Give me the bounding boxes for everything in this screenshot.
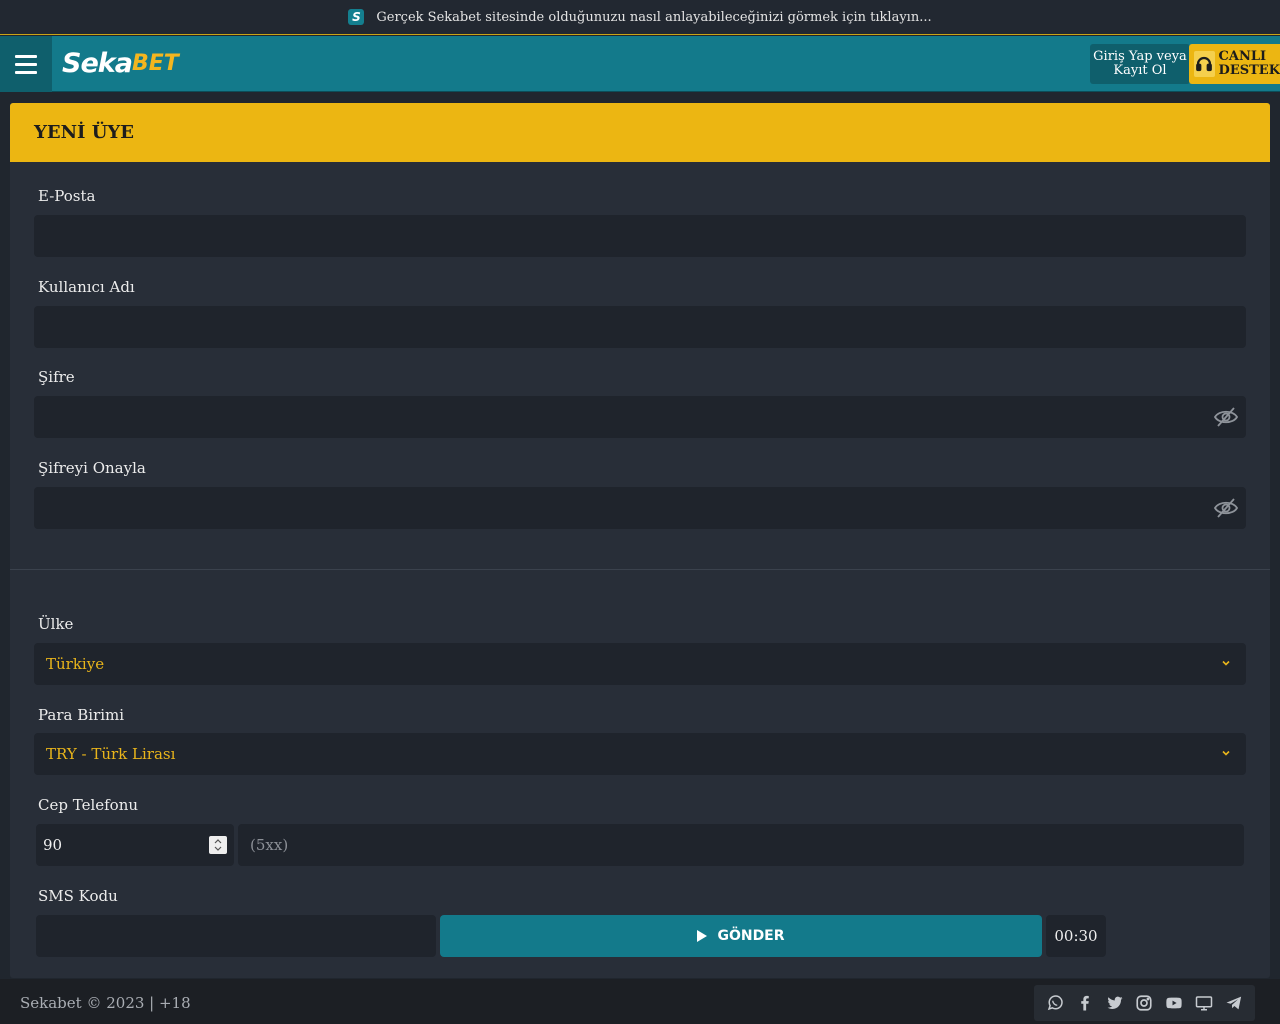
currency-select[interactable]: TRY - Türk Lirası (34, 733, 1246, 775)
sekabet-s-logo-icon: S (348, 9, 365, 25)
twitter-icon[interactable] (1105, 993, 1125, 1013)
sms-timer: 00:30 (1046, 915, 1106, 957)
registration-panel: YENİ ÜYE E-Posta Kullanıcı Adı Şifre Şif… (10, 103, 1270, 978)
login-register-button[interactable]: Giriş Yap veya Kayıt Ol (1090, 44, 1190, 84)
header: Seka BET Giriş Yap veya Kayıt Ol CANLI DE… (0, 36, 1280, 92)
eye-slash-icon[interactable] (1214, 406, 1238, 428)
social-links (1034, 985, 1255, 1021)
play-icon (697, 930, 708, 942)
instagram-icon[interactable] (1134, 993, 1154, 1013)
sekabet-logo[interactable]: Seka BET (62, 46, 179, 80)
phone-country-code-stepper[interactable]: 90 (36, 824, 234, 866)
headset-icon (1194, 51, 1215, 77)
logo-text-white: Seka (62, 47, 133, 79)
password-label: Şifre (38, 368, 75, 386)
currency-label: Para Birimi (38, 706, 125, 724)
menu-bar-icon (15, 54, 37, 58)
confirm-password-field[interactable] (34, 487, 1246, 529)
notice-text[interactable]: Gerçek Sekabet sitesinde olduğunuzu nası… (376, 10, 931, 25)
country-value: Türkiye (46, 655, 105, 673)
login-line2: Kayıt Ol (1113, 63, 1167, 78)
telegram-icon[interactable] (1224, 993, 1244, 1013)
desktop-icon[interactable] (1194, 993, 1214, 1013)
phone-number-input[interactable]: (5xx) (238, 824, 1244, 866)
username-label: Kullanıcı Adı (38, 278, 135, 296)
support-line1: CANLI (1218, 49, 1267, 64)
chevron-down-icon (1222, 660, 1230, 666)
live-support-button[interactable]: CANLI DESTEK (1189, 44, 1280, 84)
youtube-icon[interactable] (1164, 993, 1184, 1013)
username-field[interactable] (34, 306, 1246, 348)
footer: Sekabet © 2023 | +18 (0, 979, 1280, 1024)
login-line1: Giriş Yap veya (1093, 49, 1187, 64)
top-notice-bar[interactable]: S Gerçek Sekabet sitesinde olduğunuzu na… (0, 0, 1280, 35)
sms-code-input[interactable] (36, 915, 436, 957)
email-field[interactable] (34, 215, 1246, 257)
copyright-text: Sekabet © 2023 | +18 (20, 994, 191, 1012)
currency-value: TRY - Türk Lirası (46, 745, 176, 763)
send-sms-button[interactable]: GÖNDER (440, 915, 1042, 957)
sms-code-label: SMS Kodu (38, 887, 118, 905)
whatsapp-icon[interactable] (1045, 993, 1065, 1013)
menu-bar-icon (15, 62, 37, 66)
menu-bar-icon (15, 70, 37, 74)
phone-code-value: 90 (43, 836, 63, 854)
phone-label: Cep Telefonu (38, 796, 139, 814)
chevron-down-icon (1222, 750, 1230, 756)
hamburger-menu-button[interactable] (0, 36, 52, 92)
eye-slash-icon[interactable] (1214, 497, 1238, 519)
divider (10, 569, 1270, 570)
email-label: E-Posta (38, 187, 96, 205)
support-line2: DESTEK (1218, 63, 1280, 78)
logo-text-yellow: BET (131, 50, 179, 76)
page-title: YENİ ÜYE (10, 103, 1270, 162)
country-select[interactable]: Türkiye (34, 643, 1246, 685)
password-field[interactable] (34, 396, 1246, 438)
country-label: Ülke (38, 615, 74, 633)
facebook-icon[interactable] (1075, 993, 1095, 1013)
send-label: GÖNDER (717, 928, 785, 944)
confirm-password-label: Şifreyi Onayla (38, 459, 146, 477)
phone-placeholder: (5xx) (250, 836, 289, 854)
stepper-arrows-icon[interactable] (209, 836, 227, 854)
